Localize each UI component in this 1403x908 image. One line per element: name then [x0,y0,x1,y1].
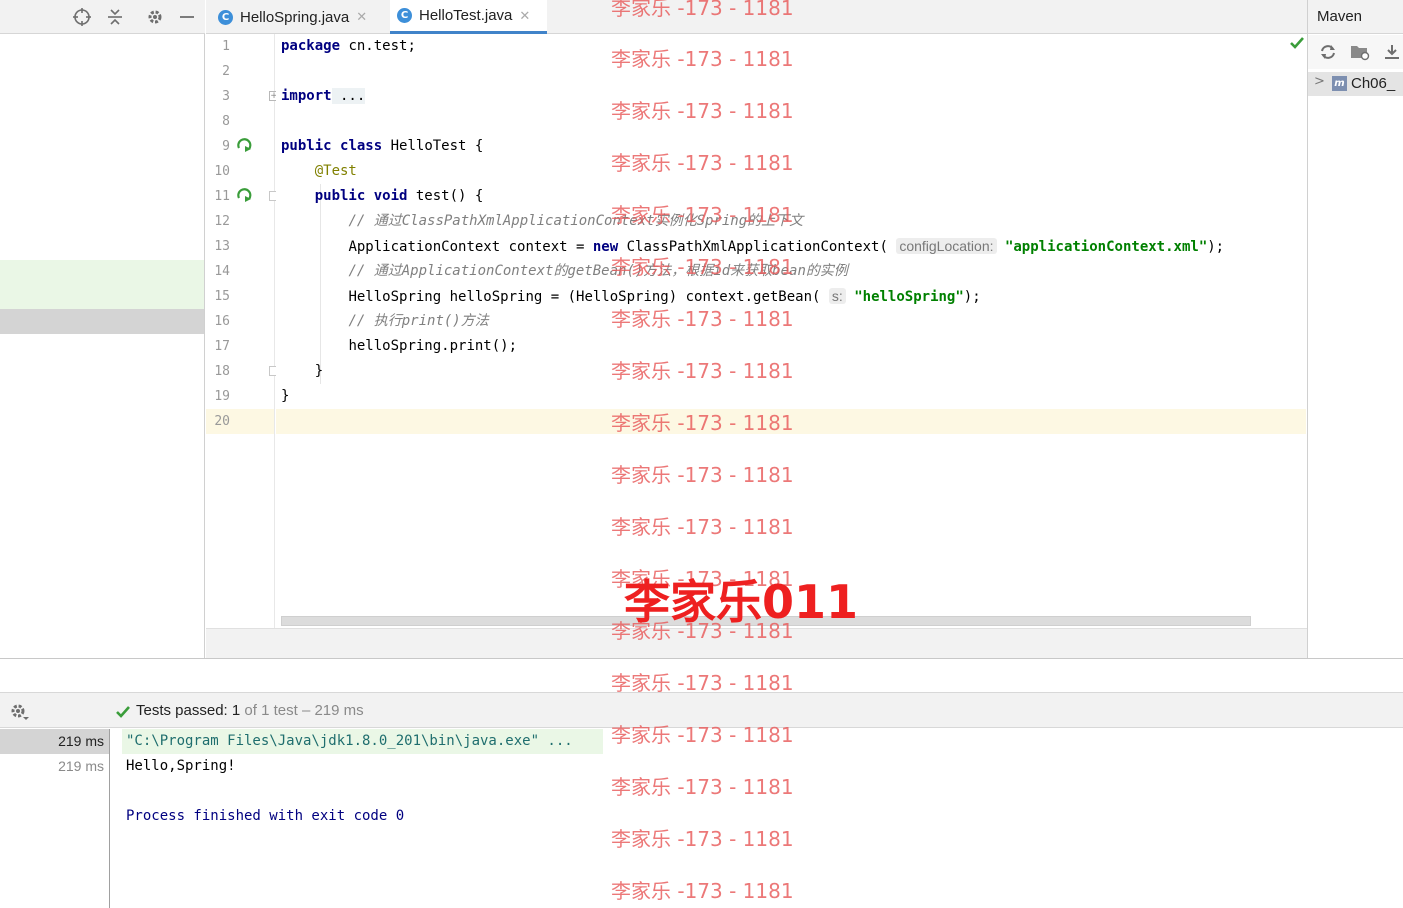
code-line: } [281,388,290,404]
code-line: HelloSpring helloSpring = (HelloSpring) … [348,288,981,305]
code-line: @Test [314,163,357,179]
project-toolbar [0,0,205,34]
horizontal-scrollbar[interactable] [281,616,1251,626]
code-line: helloSpring.print(); [348,338,518,354]
test-duration: 219 ms [58,733,104,749]
tab-label: HelloTest.java [419,7,513,24]
tab-hellospring[interactable]: C HelloSpring.java ✕ [218,0,367,34]
line-number: 13 [214,239,230,254]
run-test-icon[interactable] [236,138,253,155]
test-status-text: Tests passed: 1 of 1 test – 219 ms [136,702,364,719]
code-line: ApplicationContext context = new ClassPa… [348,238,1225,255]
code-line: public void test() { [314,188,484,204]
selected-row-highlight [0,309,204,334]
project-panel [0,0,205,658]
current-line-highlight [276,409,1306,434]
close-icon[interactable]: ✕ [356,9,367,25]
maven-project-label: Ch06_ [1351,75,1396,92]
pass-check-icon [115,704,131,718]
console-line: Process finished with exit code 0 [126,808,405,824]
tab-label: HelloSpring.java [240,8,350,26]
line-number: 8 [222,114,230,129]
diff-added-highlight [0,260,204,309]
line-number: 2 [222,64,230,79]
gear-icon[interactable] [9,702,29,722]
close-icon[interactable]: ✕ [519,8,530,24]
crosshair-icon[interactable] [72,7,92,27]
maven-module-icon: m [1332,76,1347,91]
parameter-hint: configLocation: [896,238,997,254]
line-number: 3 [222,89,230,104]
run-status-bar: Tests passed: 1 of 1 test – 219 ms [0,692,1403,728]
check-mark-icon [1289,35,1305,49]
line-number-gutter: 1 2 3 8 9 10 11 12 13 14 15 16 17 18 19 … [206,34,279,628]
c-class-icon: C [218,9,233,25]
collapse-icon[interactable] [105,7,125,27]
line-number: 11 [214,189,230,204]
maven-project-row[interactable]: > m Ch06_ [1308,72,1403,96]
download-icon[interactable] [1383,43,1401,61]
line-number: 1 [222,39,230,54]
line-number: 16 [214,314,230,329]
maven-panel: Maven > m Ch06_ [1307,0,1403,658]
line-number: 12 [214,214,230,229]
tab-hellotest[interactable]: C HelloTest.java ✕ [390,0,547,34]
code-line: import ... [281,88,366,104]
editor-tab-bar: C HelloSpring.java ✕ C HelloTest.java ✕ [206,0,1307,34]
code-line: // 通过ClassPathXmlApplicationContext实例化Sp… [348,213,804,229]
parameter-hint: s: [828,288,846,304]
minimize-icon[interactable] [177,7,197,27]
line-number: 10 [214,164,230,179]
code-line: // 执行print()方法 [348,313,489,329]
code-line: package cn.test; [281,38,416,54]
gear-icon[interactable] [145,7,165,27]
line-number: 15 [214,289,230,304]
test-duration: 219 ms [58,758,104,774]
refresh-icon[interactable] [1319,43,1337,61]
console-line: Hello,Spring! [126,758,236,774]
code-editor[interactable]: package cn.test; import ... public class… [276,34,1307,628]
code-line: public class HelloTest { [281,138,484,154]
editor-breadcrumb-bar [206,628,1307,658]
maven-title: Maven [1317,8,1363,25]
test-tree: 219 ms 219 ms [0,729,110,908]
code-line: // 通过ApplicationContext的getBean()方法，根据id… [348,263,848,279]
line-number: 9 [222,139,230,154]
line-number: 14 [214,264,230,279]
line-number: 20 [214,414,230,429]
line-number: 18 [214,364,230,379]
chevron-right-icon: > [1314,74,1325,89]
console-line: "C:\Program Files\Java\jdk1.8.0_201\bin\… [126,733,573,749]
line-number: 17 [214,339,230,354]
line-number: 19 [214,389,230,404]
code-line: } [314,363,324,379]
c-class-icon: C [397,8,412,23]
folder-icon[interactable] [1350,43,1370,61]
run-test-icon[interactable] [236,188,253,205]
